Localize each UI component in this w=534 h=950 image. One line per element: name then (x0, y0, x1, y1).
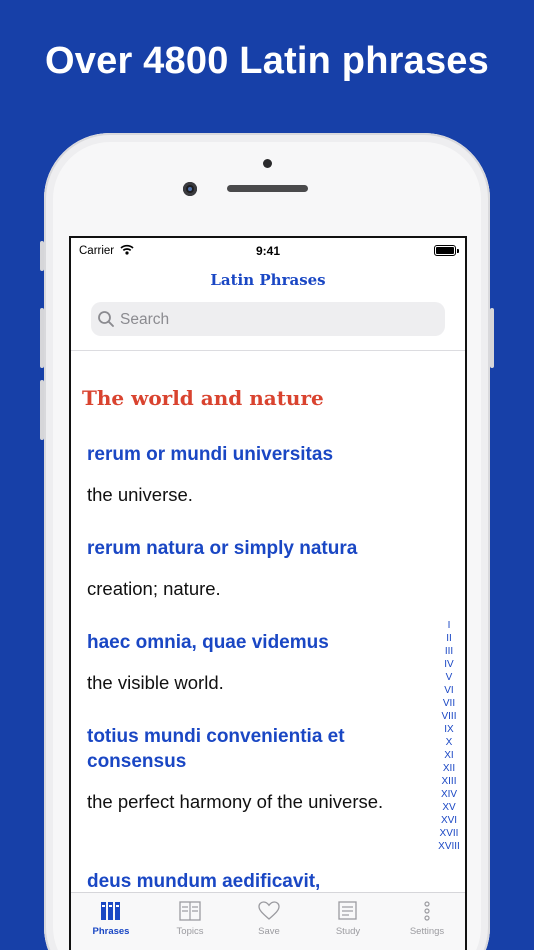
status-bar: Carrier 9:41 (71, 238, 465, 264)
app-screen: Carrier 9:41 Latin Phrases Search The wo… (69, 236, 467, 950)
latin-phrase: rerum or mundi universitas (87, 444, 334, 465)
tab-save[interactable]: Save (229, 893, 309, 943)
battery-icon (434, 245, 456, 256)
search-placeholder: Search (120, 311, 170, 328)
tab-topics[interactable]: Topics (150, 893, 230, 943)
latin-phrase: deus mundum aedificavit, (87, 871, 321, 891)
section-index[interactable]: I II III IV V VI VII VIII IX X XI XII XI… (433, 619, 465, 853)
index-item[interactable]: XV (433, 801, 465, 814)
index-item[interactable]: XVII (433, 827, 465, 840)
tab-bar: Phrases Topics Save Study Settings (71, 892, 465, 950)
list-item[interactable]: haec omnia, quae videmus the visible wor… (87, 630, 417, 695)
index-item[interactable]: III (433, 645, 465, 658)
latin-phrase: haec omnia, quae videmus (87, 632, 329, 653)
index-item[interactable]: XIII (433, 775, 465, 788)
index-item[interactable]: XVIII (433, 840, 465, 853)
phrase-meaning: the universe. (87, 484, 193, 505)
phrase-meaning: creation; nature. (87, 578, 221, 599)
index-item[interactable]: II (433, 632, 465, 645)
index-item[interactable]: XII (433, 762, 465, 775)
topics-icon (179, 901, 201, 921)
heart-icon (258, 901, 280, 920)
tab-settings[interactable]: Settings (387, 893, 465, 943)
index-item[interactable]: I (433, 619, 465, 632)
camera-lens (188, 187, 192, 191)
tab-phrases[interactable]: Phrases (71, 893, 151, 943)
books-icon (101, 902, 120, 920)
section-header: The world and nature (82, 386, 324, 410)
index-item[interactable]: IX (433, 723, 465, 736)
search-input[interactable]: Search (91, 302, 445, 336)
index-item[interactable]: XIV (433, 788, 465, 801)
nav-title: Latin Phrases (210, 271, 326, 289)
index-item[interactable]: VII (433, 697, 465, 710)
tab-label: Topics (176, 926, 204, 937)
battery-nub (457, 249, 459, 253)
list-item[interactable]: rerum or mundi universitas the universe. (87, 442, 417, 507)
phrase-meaning: the perfect harmony of the universe. (87, 791, 384, 812)
list-item[interactable]: deus mundum aedificavit, (87, 869, 417, 891)
phrase-list[interactable]: The world and nature rerum or mundi univ… (71, 351, 465, 891)
earpiece-speaker (227, 185, 308, 192)
index-item[interactable]: XVI (433, 814, 465, 827)
status-time: 9:41 (255, 244, 281, 258)
phone-power-button (490, 308, 494, 368)
index-item[interactable]: V (433, 671, 465, 684)
index-item[interactable]: VI (433, 684, 465, 697)
index-item[interactable]: X (433, 736, 465, 749)
latin-phrase: rerum natura or simply natura (87, 538, 358, 559)
tab-study[interactable]: Study (308, 893, 388, 943)
search-icon (98, 311, 114, 327)
promo-headline: Over 4800 Latin phrases (45, 40, 489, 82)
study-icon (338, 901, 357, 920)
proximity-sensor (263, 159, 272, 168)
phrase-meaning: the visible world. (87, 672, 224, 693)
list-item[interactable]: totius mundi convenientia et consensus t… (87, 724, 417, 814)
index-item[interactable]: XI (433, 749, 465, 762)
tab-label: Study (335, 926, 361, 937)
index-item[interactable]: IV (433, 658, 465, 671)
tab-label: Save (258, 926, 280, 937)
index-item[interactable]: VIII (433, 710, 465, 723)
more-icon (424, 901, 430, 921)
latin-phrase: totius mundi convenientia et consensus (87, 726, 345, 772)
tab-label: Settings (409, 926, 445, 937)
tab-label: Phrases (92, 926, 130, 937)
list-item[interactable]: rerum natura or simply natura creation; … (87, 536, 417, 601)
